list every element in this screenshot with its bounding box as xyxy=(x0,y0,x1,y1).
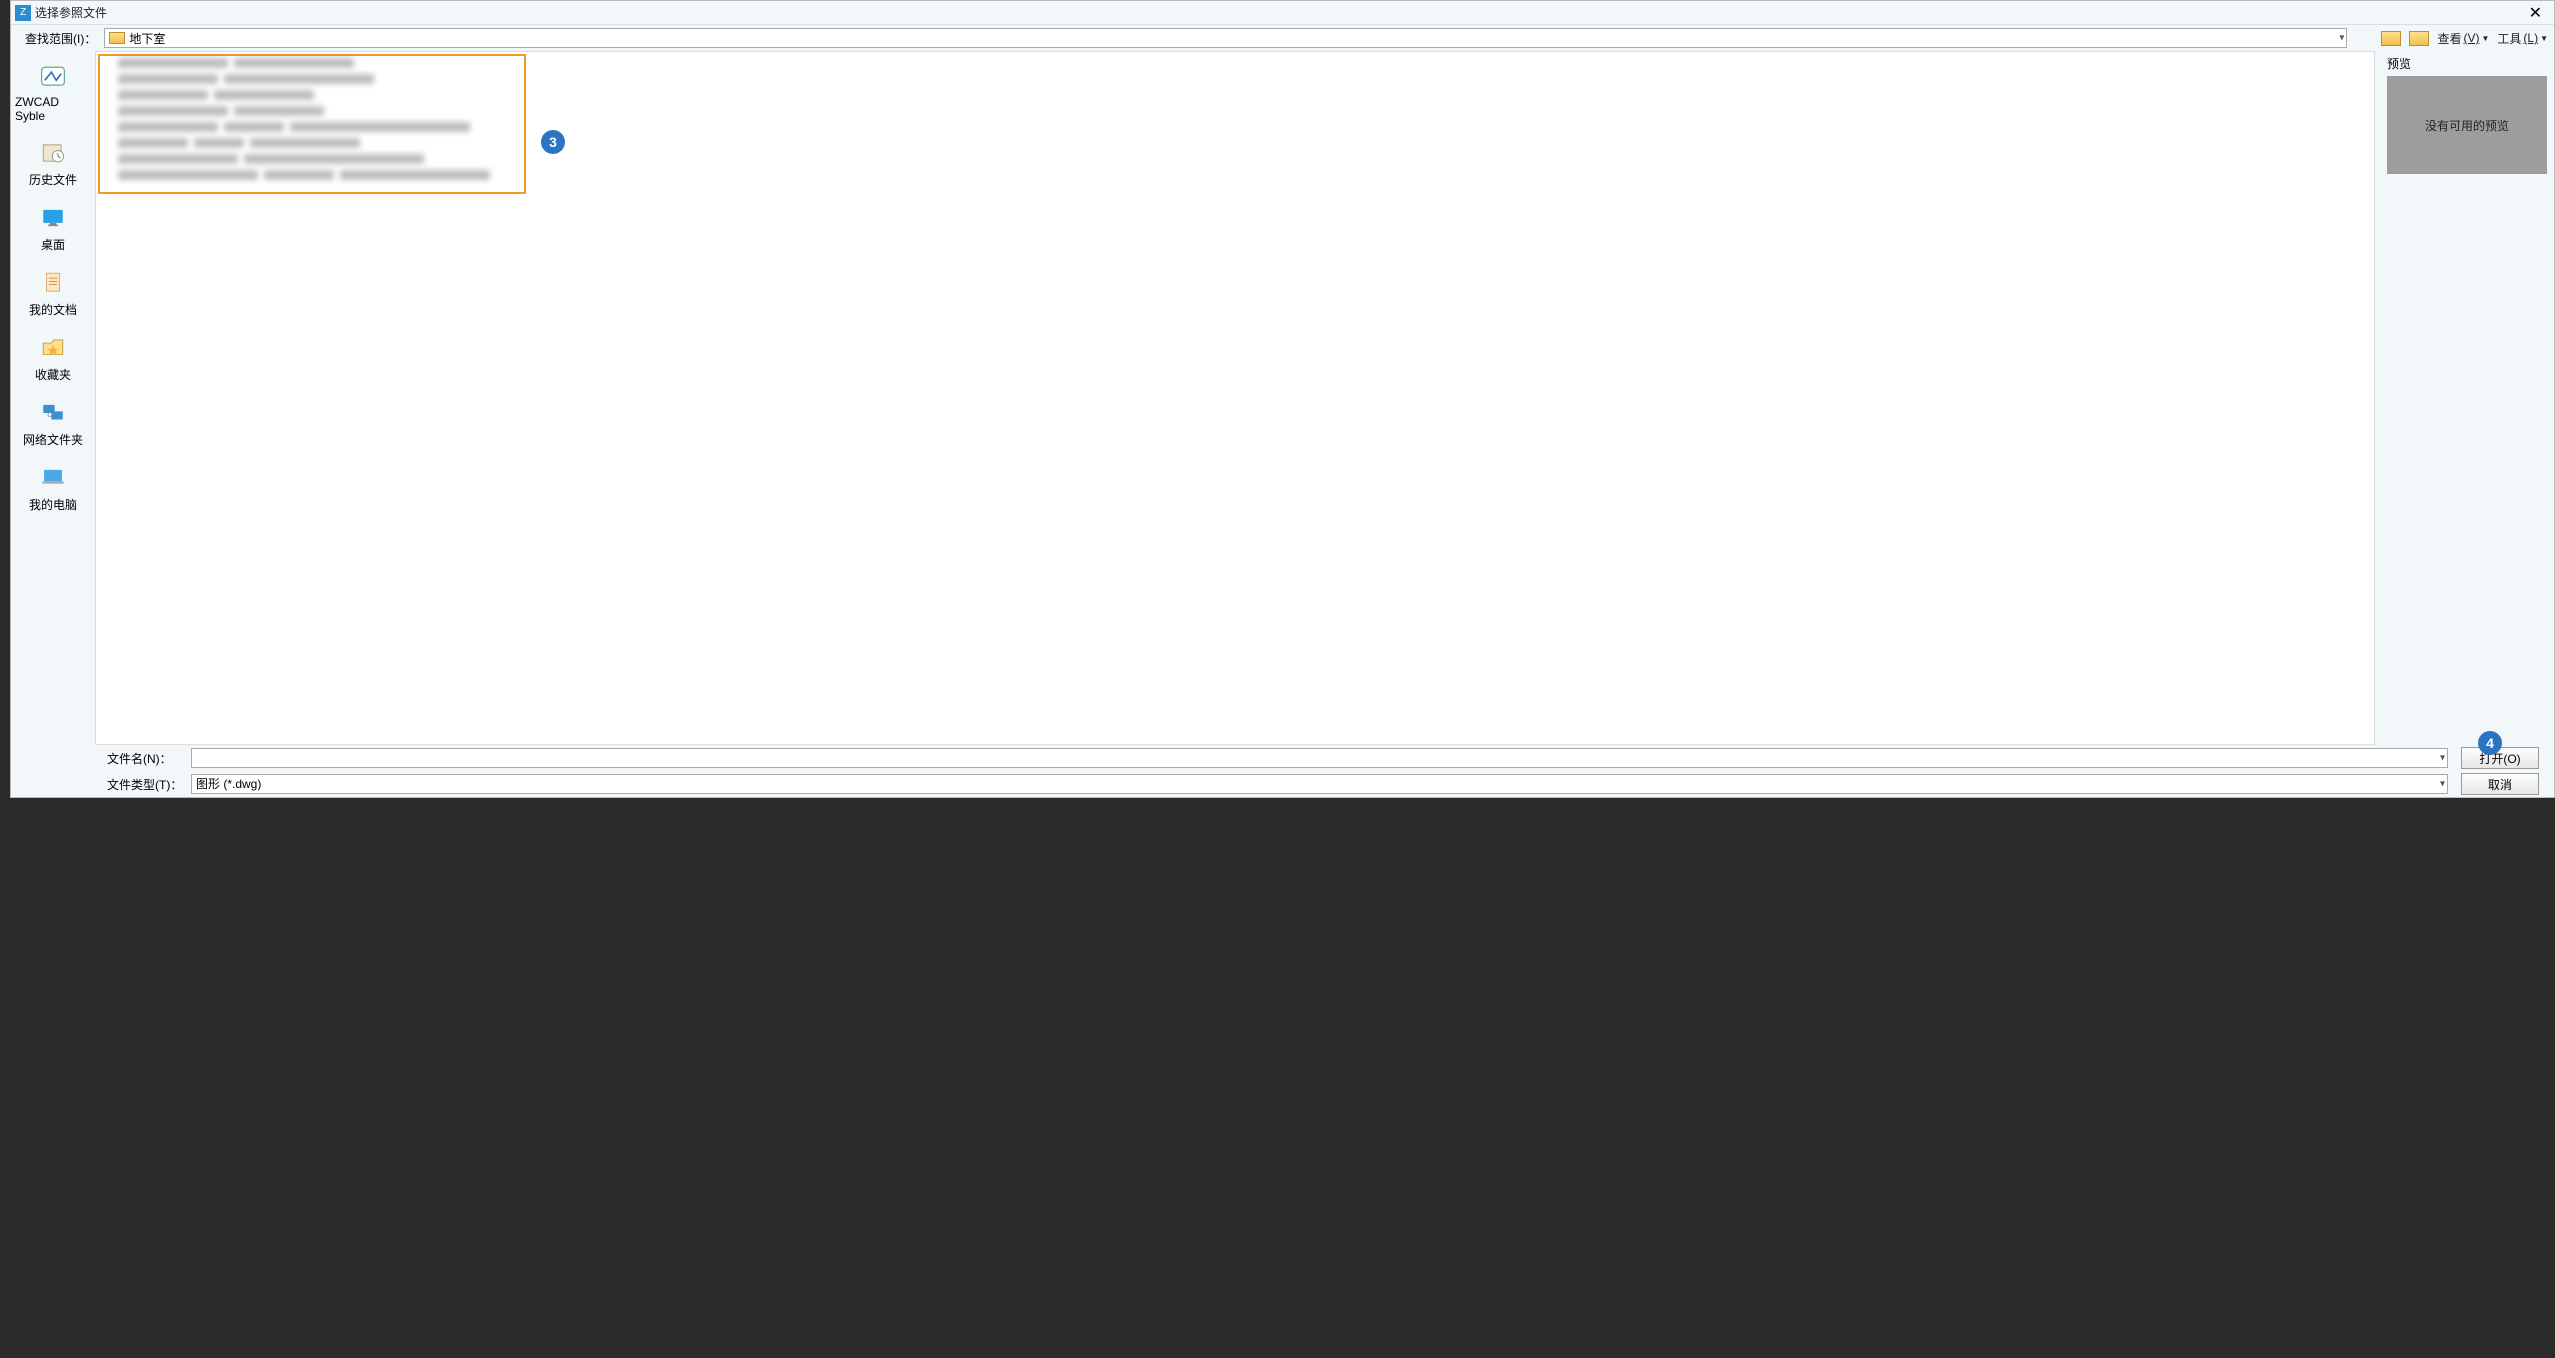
zwcad-icon xyxy=(37,63,69,91)
dialog-title: 选择参照文件 xyxy=(35,4,2521,21)
documents-icon xyxy=(37,269,69,297)
preview-empty-text: 没有可用的预览 xyxy=(2425,117,2509,134)
preview-box: 没有可用的预览 xyxy=(2387,76,2547,174)
sidebar-item-documents[interactable]: 我的文档 xyxy=(15,263,91,328)
sidebar-item-computer[interactable]: 我的电脑 xyxy=(15,458,91,523)
sidebar-item-network[interactable]: 网络文件夹 xyxy=(15,393,91,458)
filename-row: 文件名(N)： ▾ 打开(O) xyxy=(11,745,2554,771)
filename-input[interactable]: ▾ xyxy=(191,748,2448,768)
favorites-icon xyxy=(37,334,69,362)
view-menu-label: 查看 xyxy=(2437,30,2461,47)
sidebar-item-desktop[interactable]: 桌面 xyxy=(15,198,91,263)
titlebar: Z 选择参照文件 ✕ xyxy=(11,1,2554,25)
preview-pane: 预览 没有可用的预览 xyxy=(2379,51,2554,745)
highlight-annotation xyxy=(98,54,526,194)
chevron-down-icon: ▼ xyxy=(2540,34,2548,43)
file-dialog: Z 选择参照文件 ✕ 查找范围(I)： 地下室 ▾ 查看(V) ▼ 工具(L) … xyxy=(10,0,2555,798)
filetype-value: 图形 (*.dwg) xyxy=(196,777,261,791)
view-menu[interactable]: 查看(V) ▼ xyxy=(2437,30,2489,47)
preview-header: 预览 xyxy=(2387,55,2546,72)
location-text: 地下室 xyxy=(129,30,165,47)
history-icon xyxy=(37,139,69,167)
tools-hotkey: (L) xyxy=(2523,31,2538,45)
callout-4: 4 xyxy=(2478,731,2502,755)
lookin-label: 查找范围(I)： xyxy=(25,30,96,47)
sidebar-item-label: 我的文档 xyxy=(29,301,77,318)
computer-icon xyxy=(37,464,69,492)
folder-icon xyxy=(109,32,125,44)
sidebar-item-favorites[interactable]: 收藏夹 xyxy=(15,328,91,393)
chevron-down-icon: ▾ xyxy=(2339,33,2344,44)
file-list[interactable]: 3 xyxy=(95,51,2375,745)
tools-menu-label: 工具 xyxy=(2497,30,2521,47)
chevron-down-icon: ▼ xyxy=(2481,34,2489,43)
chevron-down-icon: ▾ xyxy=(2440,753,2445,764)
sidebar-item-label: 网络文件夹 xyxy=(23,431,83,448)
toolbar-icons: 查看(V) ▼ 工具(L) ▼ xyxy=(2381,30,2548,47)
sidebar-item-label: 桌面 xyxy=(41,236,65,253)
network-icon xyxy=(37,399,69,427)
chevron-down-icon: ▾ xyxy=(2440,779,2445,790)
filetype-row: 文件类型(T)： 图形 (*.dwg) ▾ 取消 xyxy=(11,771,2554,797)
dialog-body: ZWCAD Syble 历史文件 桌面 我的文档 xyxy=(11,51,2554,745)
sidebar: ZWCAD Syble 历史文件 桌面 我的文档 xyxy=(11,51,95,745)
folder-up-icon[interactable] xyxy=(2381,31,2401,46)
sidebar-item-label: 我的电脑 xyxy=(29,496,77,513)
cancel-button[interactable]: 取消 xyxy=(2461,773,2539,795)
location-dropdown[interactable]: 地下室 ▾ xyxy=(104,28,2347,48)
bottom-section: 4 文件名(N)： ▾ 打开(O) 文件类型(T)： 图形 (*.dwg) ▾ … xyxy=(11,745,2554,797)
sidebar-item-label: 收藏夹 xyxy=(35,366,71,383)
open-button[interactable]: 打开(O) xyxy=(2461,747,2539,769)
folder-new-icon[interactable] xyxy=(2409,31,2429,46)
desktop-icon xyxy=(37,204,69,232)
filetype-select[interactable]: 图形 (*.dwg) ▾ xyxy=(191,774,2448,794)
cancel-button-label: 取消 xyxy=(2488,776,2512,793)
filename-label: 文件名(N)： xyxy=(107,750,183,767)
app-icon: Z xyxy=(15,5,31,21)
sidebar-item-label: 历史文件 xyxy=(29,171,77,188)
sidebar-item-label: ZWCAD Syble xyxy=(15,95,91,123)
tools-menu[interactable]: 工具(L) ▼ xyxy=(2497,30,2548,47)
view-hotkey: (V) xyxy=(2463,31,2479,45)
sidebar-item-zwcad[interactable]: ZWCAD Syble xyxy=(15,57,91,133)
close-button[interactable]: ✕ xyxy=(2521,3,2550,23)
sidebar-item-history[interactable]: 历史文件 xyxy=(15,133,91,198)
toolbar-row: 查找范围(I)： 地下室 ▾ 查看(V) ▼ 工具(L) ▼ xyxy=(11,25,2554,51)
filetype-label: 文件类型(T)： xyxy=(107,776,183,793)
callout-3: 3 xyxy=(541,130,565,154)
